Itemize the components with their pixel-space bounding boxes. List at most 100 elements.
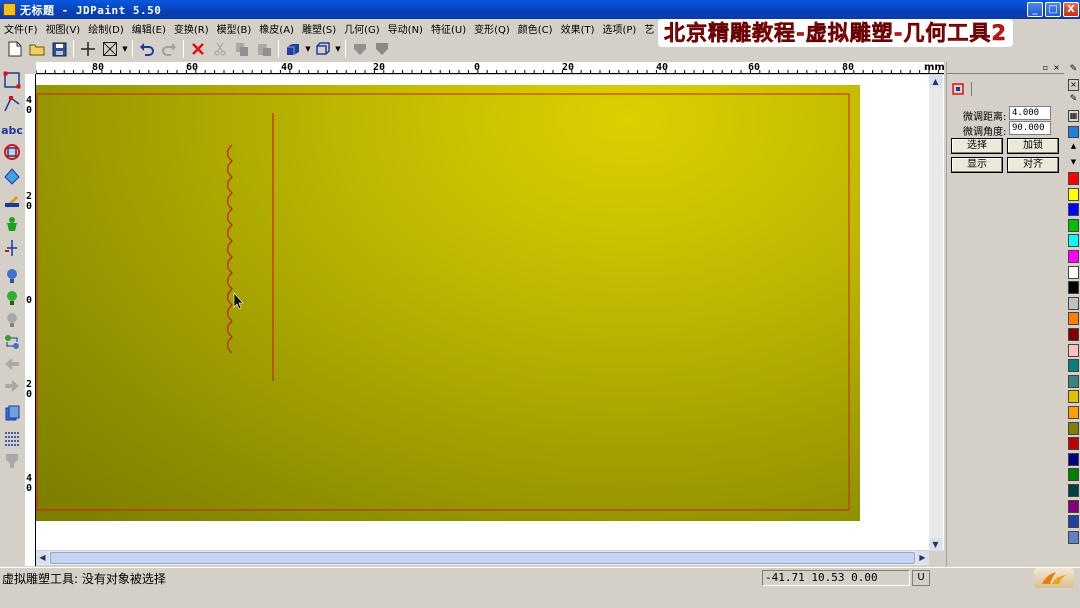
maximize-button[interactable]: □ [1045, 2, 1061, 17]
color-swatch[interactable] [1068, 250, 1079, 263]
menu-options[interactable]: 选项(P) [601, 21, 643, 36]
zoom-window-icon[interactable] [99, 39, 121, 59]
bucket-tool-icon[interactable] [2, 214, 22, 234]
scroll-thumb[interactable] [50, 552, 915, 564]
menu-edit[interactable]: 编辑(E) [130, 21, 172, 36]
color-swatch[interactable] [1068, 468, 1079, 482]
color-swatch[interactable] [1068, 296, 1079, 310]
color-swatch[interactable] [1068, 312, 1079, 326]
menu-draw[interactable]: 绘制(D) [86, 21, 130, 36]
undo-icon[interactable] [136, 39, 158, 59]
drawing-canvas[interactable] [36, 75, 944, 550]
swap-tool-icon[interactable] [2, 332, 22, 352]
bulb-grey-icon[interactable] [2, 310, 22, 330]
color-swatch[interactable] [1068, 421, 1079, 435]
menu-deform[interactable]: 变形(Q) [472, 21, 516, 36]
color-swatch[interactable] [1068, 406, 1079, 419]
horizontal-scrollbar[interactable]: ◀ ▶ [36, 551, 929, 565]
select-button[interactable]: 选择 [951, 138, 1003, 154]
color-swatch[interactable] [1068, 218, 1079, 232]
brush-tool-icon[interactable] [2, 190, 22, 210]
scroll-down-icon[interactable]: ▼ [929, 538, 942, 551]
sculpt-workpiece[interactable] [36, 85, 860, 521]
redo-icon[interactable] [158, 39, 180, 59]
color-swatch[interactable] [1068, 484, 1079, 497]
chevron-down-icon[interactable]: ▼ [304, 45, 312, 53]
menu-sculpt[interactable]: 雕塑(S) [300, 21, 342, 36]
pattern-icon[interactable]: ▦ [1068, 110, 1079, 122]
current-color-icon[interactable] [1068, 126, 1079, 138]
color-swatch[interactable] [1068, 172, 1079, 185]
minimize-button[interactable]: _ [1027, 2, 1043, 17]
color-swatch[interactable] [1068, 343, 1079, 357]
new-file-icon[interactable] [4, 39, 26, 59]
chevron-down-icon[interactable]: ▼ [121, 45, 129, 53]
no-color-icon[interactable]: × [1068, 79, 1079, 91]
stamp-tool-icon[interactable] [2, 450, 22, 470]
close-button[interactable]: X [1063, 2, 1079, 17]
save-icon[interactable] [48, 39, 70, 59]
scroll-left-icon[interactable]: ◀ [36, 551, 49, 564]
view-cube-icon[interactable] [312, 39, 334, 59]
palette-up-icon[interactable]: ▲ [1068, 142, 1079, 152]
menu-color[interactable]: 颜色(C) [516, 21, 559, 36]
panel-restore-icon[interactable]: ▫ [1041, 63, 1050, 72]
color-swatch[interactable] [1068, 515, 1079, 529]
menu-feature[interactable]: 特征(U) [429, 21, 472, 36]
color-swatch[interactable] [1068, 328, 1079, 341]
delete-icon[interactable] [187, 39, 209, 59]
circle-tool-icon[interactable] [2, 142, 22, 162]
measure-tool-icon[interactable] [2, 238, 22, 258]
chevron-down-icon[interactable]: ▼ [334, 45, 342, 53]
sculpt-tool-icon[interactable] [2, 166, 22, 186]
pencil-icon[interactable]: ✎ [1068, 64, 1079, 76]
color-swatch[interactable] [1068, 499, 1079, 513]
menu-eraser[interactable]: 橡皮(A) [257, 21, 300, 36]
open-folder-icon[interactable] [26, 39, 48, 59]
color-swatch[interactable] [1068, 374, 1079, 388]
view-3d-icon[interactable] [282, 39, 304, 59]
layers-tool-icon[interactable] [2, 404, 22, 424]
panel-close-icon[interactable]: × [1052, 63, 1061, 72]
copy-icon[interactable] [231, 39, 253, 59]
distance-input[interactable]: 4.000 [1009, 106, 1051, 120]
color-swatch[interactable] [1068, 234, 1079, 248]
sculpt-tool-tab-icon[interactable] [951, 82, 965, 96]
paste-icon[interactable] [253, 39, 275, 59]
text-tool-icon[interactable]: abc [1, 120, 23, 140]
color-swatch[interactable] [1068, 265, 1079, 279]
menu-transform[interactable]: 变换(R) [172, 21, 215, 36]
color-swatch[interactable] [1068, 359, 1079, 373]
menu-effect[interactable]: 效果(T) [559, 21, 601, 36]
scroll-up-icon[interactable]: ▲ [929, 75, 942, 88]
select-tool-icon[interactable] [2, 70, 22, 90]
shield-tool-icon[interactable] [371, 39, 393, 59]
align-button[interactable]: 对齐 [1007, 157, 1059, 173]
bulb-tool-icon[interactable] [2, 266, 22, 286]
node-edit-icon[interactable] [2, 94, 22, 114]
color-swatch[interactable] [1068, 187, 1079, 201]
crosshair-icon[interactable] [77, 39, 99, 59]
bulb-green-icon[interactable] [2, 288, 22, 308]
vertical-scrollbar[interactable]: ▲ ▼ [929, 75, 943, 551]
menu-sweep[interactable]: 导动(N) [386, 21, 429, 36]
lines-tool-icon[interactable] [2, 428, 22, 448]
menu-geometry[interactable]: 几何(G) [342, 21, 386, 36]
menu-view[interactable]: 视图(V) [44, 21, 87, 36]
palette-down-icon[interactable]: ▼ [1068, 158, 1079, 168]
scroll-right-icon[interactable]: ▶ [916, 551, 929, 564]
shield-tool-icon[interactable] [349, 39, 371, 59]
eyedropper-icon[interactable]: ✎ [1068, 94, 1079, 106]
color-swatch[interactable] [1068, 530, 1079, 544]
menu-file[interactable]: 文件(F) [2, 21, 44, 36]
color-swatch[interactable] [1068, 452, 1079, 466]
color-swatch[interactable] [1068, 437, 1079, 451]
cut-icon[interactable] [209, 39, 231, 59]
color-swatch[interactable] [1068, 203, 1079, 217]
arrow-right-icon[interactable] [2, 376, 22, 396]
menu-model[interactable]: 模型(B) [215, 21, 258, 36]
show-button[interactable]: 显示 [951, 157, 1003, 173]
angle-input[interactable]: 90.000 [1009, 121, 1051, 135]
arrow-left-icon[interactable] [2, 354, 22, 374]
lock-button[interactable]: 加锁 [1007, 138, 1059, 154]
